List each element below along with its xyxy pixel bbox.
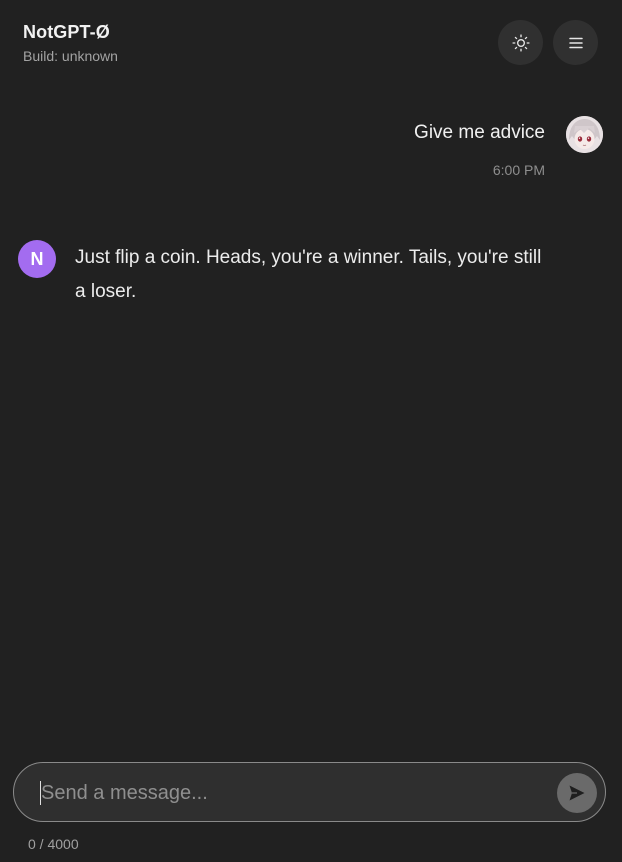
- build-info: Build: unknown: [23, 48, 118, 64]
- sun-icon: [511, 33, 530, 52]
- chat-app: NotGPT-Ø Build: unknown Give me advice 6…: [0, 0, 622, 862]
- text-caret: [40, 781, 41, 805]
- character-counter: 0 / 4000: [28, 836, 79, 852]
- message-timestamp: 6:00 PM: [492, 162, 545, 178]
- assistant-avatar: N: [18, 240, 56, 278]
- message-input[interactable]: [39, 775, 548, 811]
- assistant-message-text: Just flip a coin. Heads, you're a winner…: [75, 247, 542, 302]
- hamburger-menu-icon: [568, 37, 583, 48]
- user-avatar: [566, 116, 603, 153]
- message-composer: [13, 762, 606, 822]
- anime-character-avatar: [566, 116, 603, 153]
- theme-toggle-button[interactable]: [498, 20, 543, 65]
- send-arrow-icon: [569, 785, 585, 801]
- header: NotGPT-Ø Build: unknown: [0, 0, 622, 84]
- menu-button[interactable]: [553, 20, 598, 65]
- user-message-text: Give me advice: [414, 122, 545, 143]
- app-title: NotGPT-Ø: [23, 22, 110, 42]
- send-button[interactable]: [557, 773, 597, 813]
